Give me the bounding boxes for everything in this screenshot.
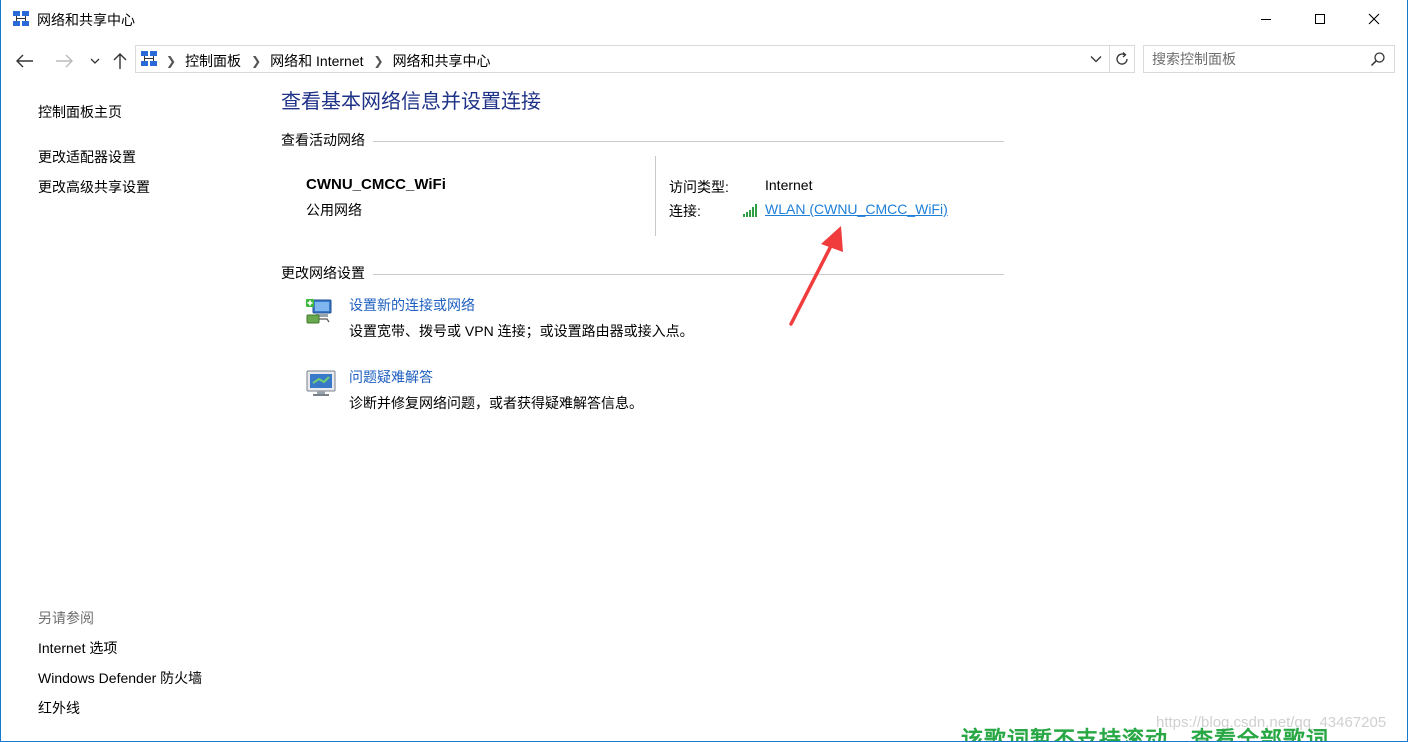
arrow-left-icon: [16, 54, 33, 68]
link-internet-options[interactable]: Internet 选项: [38, 638, 117, 658]
search-input[interactable]: [1152, 50, 1362, 68]
connection-link[interactable]: WLAN (CWNU_CMCC_WiFi): [765, 201, 948, 217]
lyrics-banner-text: 该歌词暂不支持滚动，查看全部歌词: [961, 727, 1330, 742]
chevron-right-icon[interactable]: ❯: [374, 54, 384, 68]
search-icon[interactable]: [1370, 51, 1386, 67]
recent-locations-button[interactable]: [84, 50, 106, 72]
link-advanced-sharing-settings[interactable]: 更改高级共享设置: [38, 177, 150, 197]
left-pane: 控制面板主页 更改适配器设置 更改高级共享设置 另请参阅 Internet 选项…: [1, 80, 261, 741]
refresh-button[interactable]: [1109, 45, 1135, 73]
window: 网络和共享中心 ❯ 控制面板 ❯ 网络和 Internet ❯ 网络和共享中心 …: [0, 0, 1408, 742]
breadcrumb-control-panel[interactable]: 控制面板: [185, 51, 241, 71]
see-also-heading: 另请参阅: [38, 610, 94, 626]
task-troubleshoot: 问题疑难解答 诊断并修复网络问题，或者获得疑难解答信息。: [305, 367, 1005, 417]
minimize-button[interactable]: [1239, 0, 1293, 38]
breadcrumb-network-center[interactable]: 网络和共享中心: [393, 51, 491, 71]
control-panel-icon: [140, 50, 158, 68]
breadcrumb: ❯ 控制面板 ❯ 网络和 Internet ❯ 网络和共享中心: [166, 51, 501, 71]
troubleshoot-link[interactable]: 问题疑难解答: [349, 367, 433, 387]
section-heading: 更改网络设置: [281, 263, 373, 283]
troubleshoot-desc: 诊断并修复网络问题，或者获得疑难解答信息。: [349, 395, 643, 411]
network-name: CWNU_CMCC_WiFi: [306, 176, 446, 193]
access-type-label: 访问类型:: [669, 179, 729, 195]
active-networks-section: 查看活动网络: [281, 130, 1004, 150]
section-divider: [281, 141, 1004, 142]
close-icon: [1368, 13, 1380, 25]
forward-button[interactable]: [53, 50, 75, 72]
window-title: 网络和共享中心: [37, 12, 135, 28]
chevron-down-icon: [90, 58, 100, 64]
arrow-up-icon: [113, 53, 127, 69]
page-title: 查看基本网络信息并设置连接: [281, 91, 541, 113]
main-content: 查看基本网络信息并设置连接 查看活动网络 CWNU_CMCC_WiFi 公用网络…: [281, 80, 1381, 741]
new-connection-link[interactable]: 设置新的连接或网络: [349, 295, 475, 315]
annotation-arrow: [789, 226, 843, 326]
arrow-right-icon: [56, 54, 73, 68]
link-infrared[interactable]: 红外线: [38, 698, 80, 718]
network-category: 公用网络: [306, 202, 362, 218]
troubleshoot-icon: [305, 367, 337, 399]
new-connection-desc: 设置宽带、拨号或 VPN 连接；或设置路由器或接入点。: [349, 323, 694, 339]
wifi-signal-icon: [742, 202, 760, 218]
refresh-icon: [1115, 52, 1128, 65]
chevron-right-icon[interactable]: ❯: [251, 54, 261, 68]
search-box[interactable]: [1143, 45, 1395, 73]
breadcrumb-network-internet[interactable]: 网络和 Internet: [270, 51, 363, 71]
section-divider: [281, 274, 1004, 275]
task-new-connection: 设置新的连接或网络 设置宽带、拨号或 VPN 连接；或设置路由器或接入点。: [305, 295, 1005, 345]
connection-label: 连接:: [669, 203, 701, 219]
network-center-icon: [12, 10, 30, 28]
minimize-icon: [1261, 19, 1271, 20]
maximize-button[interactable]: [1293, 0, 1347, 38]
up-button[interactable]: [109, 50, 131, 72]
address-bar[interactable]: ❯ 控制面板 ❯ 网络和 Internet ❯ 网络和共享中心: [135, 45, 1110, 73]
link-change-adapter-settings[interactable]: 更改适配器设置: [38, 147, 136, 167]
navigation-bar: ❯ 控制面板 ❯ 网络和 Internet ❯ 网络和共享中心: [1, 38, 1407, 80]
back-button[interactable]: [14, 50, 36, 72]
address-dropdown-button[interactable]: [1087, 50, 1105, 68]
close-button[interactable]: [1347, 0, 1401, 38]
section-heading: 查看活动网络: [281, 130, 373, 150]
new-connection-icon: [305, 295, 337, 327]
chevron-right-icon: ❯: [166, 54, 177, 68]
maximize-icon: [1315, 14, 1325, 24]
link-windows-defender-firewall[interactable]: Windows Defender 防火墙: [38, 668, 202, 688]
chevron-down-icon: [1090, 56, 1102, 63]
title-bar: 网络和共享中心: [1, 0, 1407, 38]
change-settings-section: 更改网络设置: [281, 263, 1004, 283]
link-control-panel-home[interactable]: 控制面板主页: [38, 102, 122, 122]
vertical-divider: [655, 156, 656, 236]
access-type-value: Internet: [765, 177, 813, 193]
